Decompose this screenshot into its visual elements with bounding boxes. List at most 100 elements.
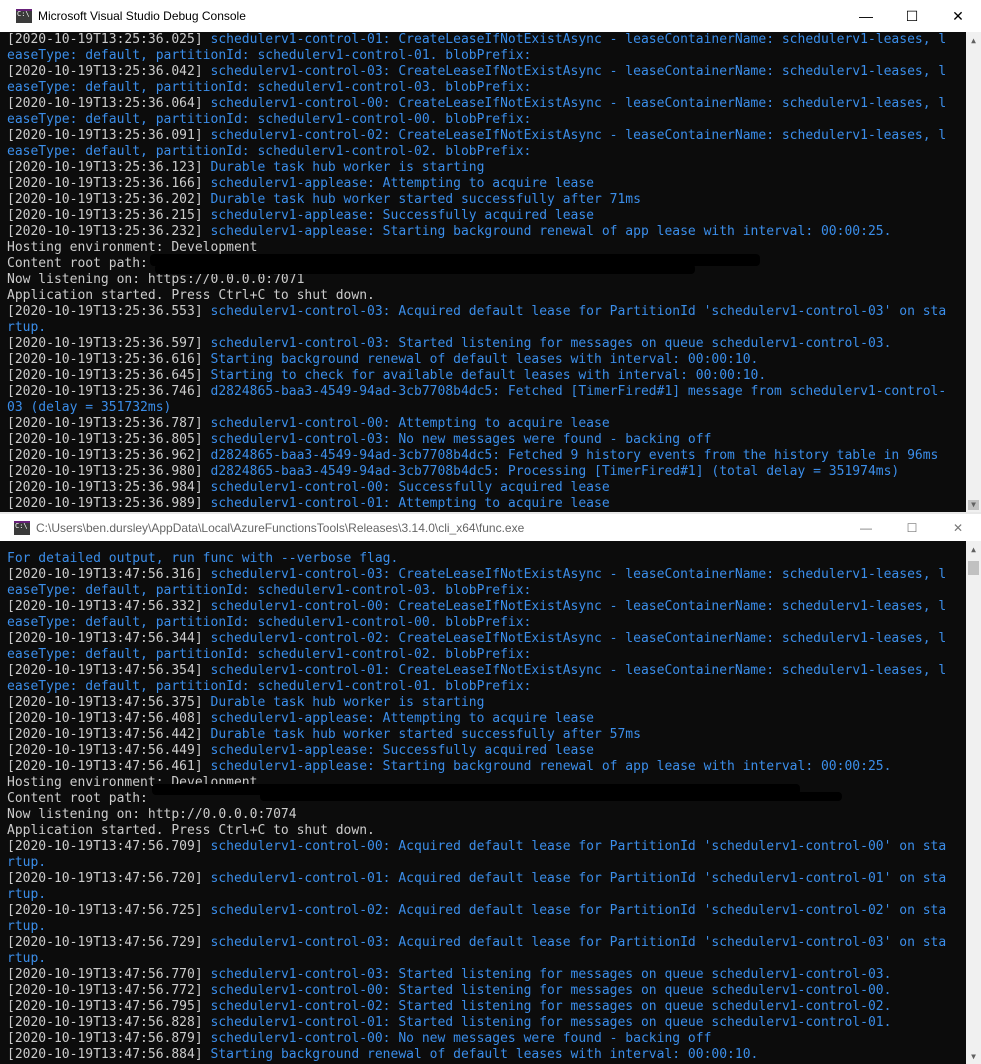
log-timestamp: [2020-10-19T13:25:36.232] <box>7 224 203 239</box>
console-line: [2020-10-19T13:47:56.354] schedulerv1-co… <box>7 663 966 679</box>
log-timestamp: [2020-10-19T13:25:36.091] <box>7 128 203 143</box>
log-message: schedulerv1-control-03: CreateLeaseIfNot… <box>202 567 947 582</box>
log-timestamp: [2020-10-19T13:25:36.980] <box>7 464 203 479</box>
log-message: schedulerv1-applease: Attempting to acqu… <box>202 176 595 191</box>
log-message: schedulerv1-applease: Successfully acqui… <box>202 208 595 223</box>
console-line: [2020-10-19T13:25:36.980] d2824865-baa3-… <box>7 464 966 480</box>
log-timestamp: [2020-10-19T13:47:56.720] <box>7 871 203 886</box>
log-message: schedulerv1-control-01: Attempting to ac… <box>202 496 610 511</box>
log-timestamp: [2020-10-19T13:47:56.729] <box>7 935 203 950</box>
close-button[interactable]: ✕ <box>935 514 981 541</box>
title-bar[interactable]: C:\Users\ben.dursley\AppData\Local\Azure… <box>0 514 981 541</box>
log-message: d2824865-baa3-4549-94ad-3cb7708b4dc5: Fe… <box>202 448 939 463</box>
maximize-button[interactable]: ☐ <box>889 514 935 541</box>
console-line: [2020-10-19T13:25:36.042] schedulerv1-co… <box>7 64 966 80</box>
log-message: Durable task hub worker started successf… <box>202 727 641 742</box>
scrollbar-thumb[interactable] <box>968 561 979 575</box>
console-line: [2020-10-19T13:47:56.770] schedulerv1-co… <box>7 967 966 983</box>
log-message: rtup. <box>7 951 47 966</box>
log-message: rtup. <box>7 919 47 934</box>
log-timestamp: [2020-10-19T13:47:56.884] <box>7 1047 203 1062</box>
log-timestamp: [2020-10-19T13:25:36.166] <box>7 176 203 191</box>
window-title: C:\Users\ben.dursley\AppData\Local\Azure… <box>36 520 525 535</box>
log-message: rtup. <box>7 320 47 335</box>
debug-console-window[interactable]: Microsoft Visual Studio Debug Console — … <box>0 0 981 512</box>
console-line: easeType: default, partitionId: schedule… <box>7 583 966 599</box>
func-console-window[interactable]: C:\Users\ben.dursley\AppData\Local\Azure… <box>0 514 981 1064</box>
vertical-scrollbar[interactable]: ▲ ▼ <box>966 541 981 1064</box>
console-line: easeType: default, partitionId: schedule… <box>7 615 966 631</box>
console-line: [2020-10-19T13:25:36.989] schedulerv1-co… <box>7 496 966 512</box>
log-message: schedulerv1-control-02: CreateLeaseIfNot… <box>202 128 947 143</box>
scroll-down-arrow-icon[interactable]: ▼ <box>966 1048 981 1064</box>
log-timestamp: [2020-10-19T13:47:56.770] <box>7 967 203 982</box>
console-line: [2020-10-19T13:47:56.375] Durable task h… <box>7 695 966 711</box>
console-line: [2020-10-19T13:47:56.772] schedulerv1-co… <box>7 983 966 999</box>
close-button[interactable]: ✕ <box>935 0 981 32</box>
console-line: [2020-10-19T13:47:56.828] schedulerv1-co… <box>7 1015 966 1031</box>
redacted-path <box>155 264 695 274</box>
log-message: schedulerv1-control-03: No new messages … <box>202 432 712 447</box>
console-line: [2020-10-19T13:25:36.645] Starting to ch… <box>7 368 966 384</box>
console-line: [2020-10-19T13:25:36.616] Starting backg… <box>7 352 966 368</box>
console-line: [2020-10-19T13:25:36.553] schedulerv1-co… <box>7 304 966 320</box>
log-timestamp: [2020-10-19T13:47:56.449] <box>7 743 203 758</box>
log-timestamp: [2020-10-19T13:47:56.408] <box>7 711 203 726</box>
maximize-button[interactable]: ☐ <box>889 0 935 32</box>
log-timestamp: [2020-10-19T13:25:36.746] <box>7 384 203 399</box>
log-message: schedulerv1-control-03: CreateLeaseIfNot… <box>202 64 947 79</box>
log-timestamp: [2020-10-19T13:25:36.805] <box>7 432 203 447</box>
log-message: Durable task hub worker is starting <box>202 695 485 710</box>
log-timestamp: [2020-10-19T13:47:56.828] <box>7 1015 203 1030</box>
console-app-icon <box>14 520 30 535</box>
console-line: easeType: default, partitionId: schedule… <box>7 80 966 96</box>
log-message: schedulerv1-control-01: CreateLeaseIfNot… <box>202 32 947 47</box>
scroll-up-arrow-icon[interactable]: ▲ <box>966 541 981 557</box>
log-message: schedulerv1-control-00: CreateLeaseIfNot… <box>202 599 947 614</box>
console-line: Now listening on: https://0.0.0.0:7071 <box>7 272 966 288</box>
log-message: schedulerv1-control-00: Attempting to ac… <box>202 416 610 431</box>
log-message: easeType: default, partitionId: schedule… <box>7 144 532 159</box>
log-message: rtup. <box>7 887 47 902</box>
log-timestamp: [2020-10-19T13:25:36.787] <box>7 416 203 431</box>
console-line: [2020-10-19T13:25:36.746] d2824865-baa3-… <box>7 384 966 400</box>
log-message: For detailed output, run func with --ver… <box>7 551 399 566</box>
console-line: Application started. Press Ctrl+C to shu… <box>7 823 966 839</box>
log-message: easeType: default, partitionId: schedule… <box>7 112 532 127</box>
log-timestamp: [2020-10-19T13:25:36.989] <box>7 496 203 511</box>
console-text: Content root path: <box>7 256 148 271</box>
minimize-button[interactable]: — <box>843 0 889 32</box>
console-line: [2020-10-19T13:25:36.805] schedulerv1-co… <box>7 432 966 448</box>
log-timestamp: [2020-10-19T13:25:36.553] <box>7 304 203 319</box>
log-timestamp: [2020-10-19T13:25:36.202] <box>7 192 203 207</box>
log-message: easeType: default, partitionId: schedule… <box>7 647 532 662</box>
log-message: easeType: default, partitionId: schedule… <box>7 80 532 95</box>
log-message: 03 (delay = 351732ms) <box>7 400 172 415</box>
console-line: 03 (delay = 351732ms) <box>7 400 966 416</box>
console-line: [2020-10-19T13:47:56.316] schedulerv1-co… <box>7 567 966 583</box>
log-message: easeType: default, partitionId: schedule… <box>7 615 532 630</box>
log-timestamp: [2020-10-19T13:47:56.725] <box>7 903 203 918</box>
scroll-up-arrow-icon[interactable]: ▲ <box>966 32 981 48</box>
console-line: [2020-10-19T13:47:56.879] schedulerv1-co… <box>7 1031 966 1047</box>
log-message: easeType: default, partitionId: schedule… <box>7 583 532 598</box>
console-line: [2020-10-19T13:47:56.795] schedulerv1-co… <box>7 999 966 1015</box>
log-timestamp: [2020-10-19T13:47:56.332] <box>7 599 203 614</box>
minimize-button[interactable]: — <box>843 514 889 541</box>
console-line: easeType: default, partitionId: schedule… <box>7 112 966 128</box>
log-timestamp: [2020-10-19T13:47:56.375] <box>7 695 203 710</box>
title-bar[interactable]: Microsoft Visual Studio Debug Console — … <box>0 0 981 32</box>
console-line: [2020-10-19T13:47:56.332] schedulerv1-co… <box>7 599 966 615</box>
log-timestamp: [2020-10-19T13:47:56.772] <box>7 983 203 998</box>
console-text: Application started. Press Ctrl+C to shu… <box>7 823 375 838</box>
console-line: [2020-10-19T13:25:36.787] schedulerv1-co… <box>7 416 966 432</box>
log-timestamp: [2020-10-19T13:25:36.042] <box>7 64 203 79</box>
scroll-down-arrow-icon[interactable]: ▼ <box>966 496 981 512</box>
log-message: easeType: default, partitionId: schedule… <box>7 679 532 694</box>
log-timestamp: [2020-10-19T13:47:56.316] <box>7 567 203 582</box>
log-timestamp: [2020-10-19T13:25:36.597] <box>7 336 203 351</box>
log-message: schedulerv1-control-03: Acquired default… <box>202 304 947 319</box>
log-message: schedulerv1-control-02: CreateLeaseIfNot… <box>202 631 947 646</box>
console-output[interactable]: For detailed output, run func with --ver… <box>0 551 966 1064</box>
vertical-scrollbar[interactable]: ▲ ▼ <box>966 32 981 512</box>
